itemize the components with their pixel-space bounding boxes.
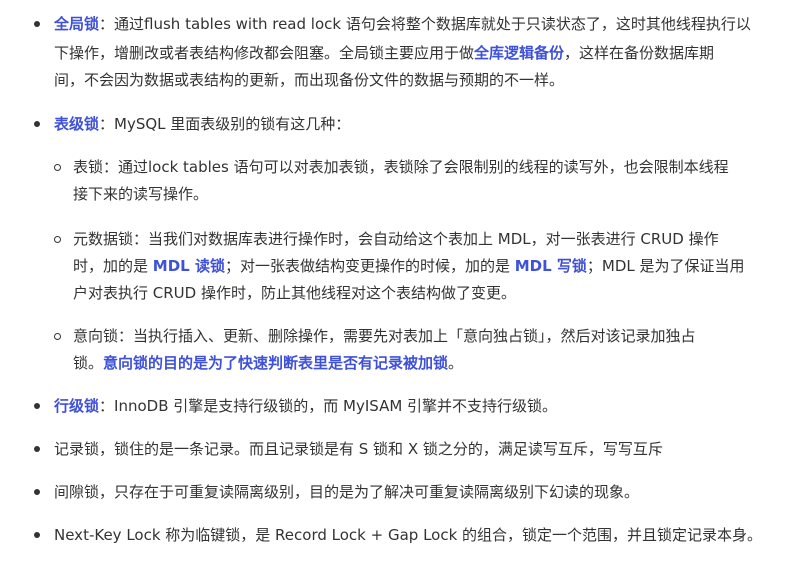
- bullet-disc-icon: [34, 489, 40, 495]
- bullet-disc-icon: [34, 121, 40, 127]
- list-item-line: 时，加的是 MDL 读锁；对一张表做结构变更操作的时候，加的是 MDL 写锁；M…: [73, 256, 745, 276]
- global-lock-line-2-tail: ，这样在备份数据库期: [564, 44, 715, 62]
- next-key-lock-text: Next-Key Lock 称为临键锁，是 Record Lock + Gap …: [54, 526, 763, 544]
- bullet-circle-icon: [54, 236, 61, 243]
- bullet-disc-icon: [34, 532, 40, 538]
- intention-lock-line-1: 意向锁：当执行插入、更新、删除操作，需要先对表加上「意向独占锁」，然后对该记录加…: [73, 327, 696, 345]
- bullet-disc-icon: [34, 446, 40, 452]
- list-item-line: 间隙锁，只存在于可重复读隔离级别，目的是为了解决可重复读隔离级别下幻读的现象。: [54, 482, 639, 502]
- intention-lock-line-2a: 锁。: [73, 354, 104, 372]
- list-item-line: 下操作，增删改或者表结构修改都会阻塞。全局锁主要应用于做全库逻辑备份，这样在备份…: [54, 43, 714, 63]
- list-item-line: 全局锁：通过flush tables with read lock 语句会将整个…: [54, 14, 751, 34]
- metadata-lock-line-3: 户对表执行 CRUD 操作时，防止其他线程对这个表结构做了变更。: [73, 284, 516, 302]
- list-item-line: 表级锁：MySQL 里面表级别的锁有这几种：: [54, 114, 350, 134]
- list-item-line: 间，不会因为数据或表结构的更新，而出现备份文件的数据与预期的不一样。: [54, 70, 564, 90]
- global-lock-line-2: 下操作，增删改或者表结构修改都会阻塞。全局锁主要应用于做: [54, 44, 475, 62]
- highlight-mdl-write-lock: MDL 写锁: [514, 257, 587, 275]
- list-item-line: 户对表执行 CRUD 操作时，防止其他线程对这个表结构做了变更。: [73, 283, 516, 303]
- table-lock-sub-line-2: 接下来的读写操作。: [73, 185, 209, 203]
- record-lock-text: 记录锁，锁住的是一条记录。而且记录锁是有 S 锁和 X 锁之分的，满足读写互斥，…: [54, 440, 663, 458]
- list-item-line: 表锁：通过lock tables 语句可以对表加表锁，表锁除了会限制别的线程的读…: [73, 157, 729, 177]
- gap-lock-text: 间隙锁，只存在于可重复读隔离级别，目的是为了解决可重复读隔离级别下幻读的现象。: [54, 483, 640, 501]
- document: 全局锁：通过flush tables with read lock 语句会将整个…: [0, 0, 806, 565]
- list-item-line: 记录锁，锁住的是一条记录。而且记录锁是有 S 锁和 X 锁之分的，满足读写互斥，…: [54, 439, 663, 459]
- list-item-line: 意向锁：当执行插入、更新、删除操作，需要先对表加上「意向独占锁」，然后对该记录加…: [73, 326, 696, 346]
- table-lock-intro: MySQL 里面表级别的锁有这几种：: [114, 115, 351, 133]
- bullet-circle-icon: [54, 333, 61, 340]
- term-row-lock: 行级锁: [54, 397, 100, 415]
- highlight-mdl-read-lock: MDL 读锁: [152, 257, 225, 275]
- highlight-full-backup: 全库逻辑备份: [474, 44, 565, 62]
- bullet-disc-icon: [34, 403, 40, 409]
- term-table-lock: 表级锁: [54, 115, 100, 133]
- term-global-lock: 全局锁: [54, 15, 100, 33]
- list-item-line: 元数据锁：当我们对数据库表进行操作时，会自动给这个表加上 MDL，对一张表进行 …: [73, 229, 719, 249]
- table-lock-sub-line-1: 表锁：通过lock tables 语句可以对表加表锁，表锁除了会限制别的线程的读…: [73, 158, 729, 176]
- term-separator: ：: [99, 115, 115, 133]
- list-item-line: 锁。意向锁的目的是为了快速判断表里是否有记录被加锁。: [73, 353, 463, 373]
- global-lock-line-1: 通过flush tables with read lock 语句会将整个数据库就…: [114, 15, 751, 33]
- term-separator: ：: [99, 15, 115, 33]
- global-lock-line-3: 间，不会因为数据或表结构的更新，而出现备份文件的数据与预期的不一样。: [54, 71, 565, 89]
- metadata-lock-line-2b: ；对一张表做结构变更操作的时候，加的是: [224, 257, 515, 275]
- list-item-line: Next-Key Lock 称为临键锁，是 Record Lock + Gap …: [54, 525, 762, 545]
- highlight-intention-purpose: 意向锁的目的是为了快速判断表里是否有记录被加锁: [103, 354, 449, 372]
- list-item-line: 接下来的读写操作。: [73, 184, 208, 204]
- list-item-line: 行级锁：InnoDB 引擎是支持行级锁的，而 MyISAM 引擎并不支持行级锁。: [54, 396, 557, 416]
- term-separator: ：: [99, 397, 115, 415]
- metadata-lock-line-2c: ；MDL 是为了保证当用: [586, 257, 745, 275]
- metadata-lock-line-2a: 时，加的是: [73, 257, 153, 275]
- intention-lock-line-2b: 。: [448, 354, 464, 372]
- bullet-circle-icon: [54, 164, 61, 171]
- metadata-lock-line-1: 元数据锁：当我们对数据库表进行操作时，会自动给这个表加上 MDL，对一张表进行 …: [73, 230, 719, 248]
- row-lock-text: InnoDB 引擎是支持行级锁的，而 MyISAM 引擎并不支持行级锁。: [114, 397, 558, 415]
- bullet-disc-icon: [34, 21, 40, 27]
